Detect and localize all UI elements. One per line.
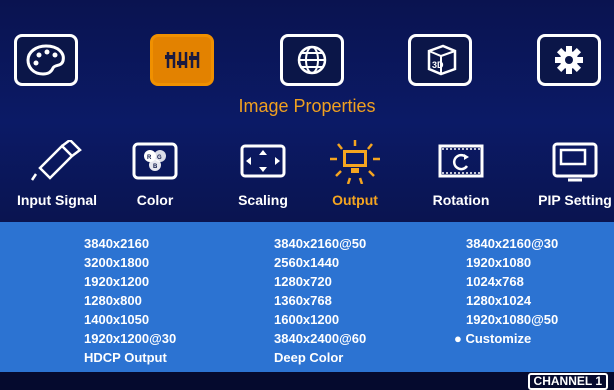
section-title: Image Properties (238, 96, 376, 116)
channel-badge: CHANNEL 1 (527, 373, 608, 390)
color-circles-icon: R GB (132, 142, 178, 180)
rotation-icon (438, 144, 484, 178)
option-item[interactable]: 3200x1800 (84, 255, 149, 270)
svg-text:G: G (157, 155, 162, 161)
tab-output[interactable]: Output (300, 140, 410, 208)
menu-header: 3D Image Properties Input Signal RGB Col… (0, 0, 614, 222)
scaling-arrows-icon (240, 144, 286, 178)
option-item[interactable]: 2560x1440 (274, 255, 339, 270)
globe-icon[interactable] (280, 34, 344, 86)
3d-cube-icon[interactable]: 3D (408, 34, 472, 86)
option-item[interactable]: 1400x1050 (84, 312, 149, 327)
output-resolution-list: 3840x2160 3200x1800 1920x1200 1280x800 1… (0, 222, 614, 372)
tab-color[interactable]: RGB Color (100, 140, 210, 208)
option-item[interactable]: 1600x1200 (274, 312, 339, 327)
image-adjust-icon[interactable] (150, 34, 214, 86)
option-item[interactable]: 3840x2400@60 (274, 331, 366, 346)
tab-label: Rotation (432, 192, 490, 208)
status-bar: CHANNEL 1 (0, 372, 614, 390)
tab-pip-setting[interactable]: PIP Setting (520, 140, 614, 208)
hdcp-output-option[interactable]: HDCP Output (84, 350, 167, 365)
pip-window-icon (552, 142, 598, 182)
tab-rotation[interactable]: Rotation (406, 140, 516, 208)
option-item[interactable]: 1920x1200 (84, 274, 149, 289)
option-item[interactable]: 1360x768 (274, 293, 332, 308)
gear-icon[interactable] (537, 34, 601, 86)
svg-text:B: B (153, 164, 158, 170)
option-item[interactable]: 1280x1024 (466, 293, 531, 308)
option-item[interactable]: 3840x2160@50 (274, 236, 366, 251)
option-item[interactable]: 1280x800 (84, 293, 142, 308)
option-item[interactable]: 3840x2160@30 (466, 236, 558, 251)
monitor-glow-icon (330, 140, 380, 184)
option-item[interactable]: 1280x720 (274, 274, 332, 289)
option-item[interactable]: 3840x2160 (84, 236, 149, 251)
svg-text:3D: 3D (432, 60, 444, 70)
option-item[interactable]: 1920x1080@50 (466, 312, 558, 327)
tab-label: Output (332, 192, 378, 208)
customize-option[interactable]: ● Customize (454, 331, 531, 346)
option-item[interactable]: 1024x768 (466, 274, 524, 289)
option-item[interactable]: 1920x1200@30 (84, 331, 176, 346)
svg-text:R: R (147, 155, 152, 161)
top-menu-bar: 3D (0, 34, 614, 94)
option-item[interactable]: 1920x1080 (466, 255, 531, 270)
tab-label: PIP Setting (538, 192, 612, 208)
deep-color-option[interactable]: Deep Color (274, 350, 343, 365)
tab-label: Input Signal (16, 192, 98, 208)
tab-input-signal[interactable]: Input Signal (2, 140, 112, 208)
palette-icon[interactable] (14, 34, 78, 86)
usb-plug-icon (30, 140, 82, 181)
tab-label: Color (136, 192, 174, 208)
submenu-bar: Input Signal RGB Color Scaling Output Ro… (0, 140, 614, 222)
